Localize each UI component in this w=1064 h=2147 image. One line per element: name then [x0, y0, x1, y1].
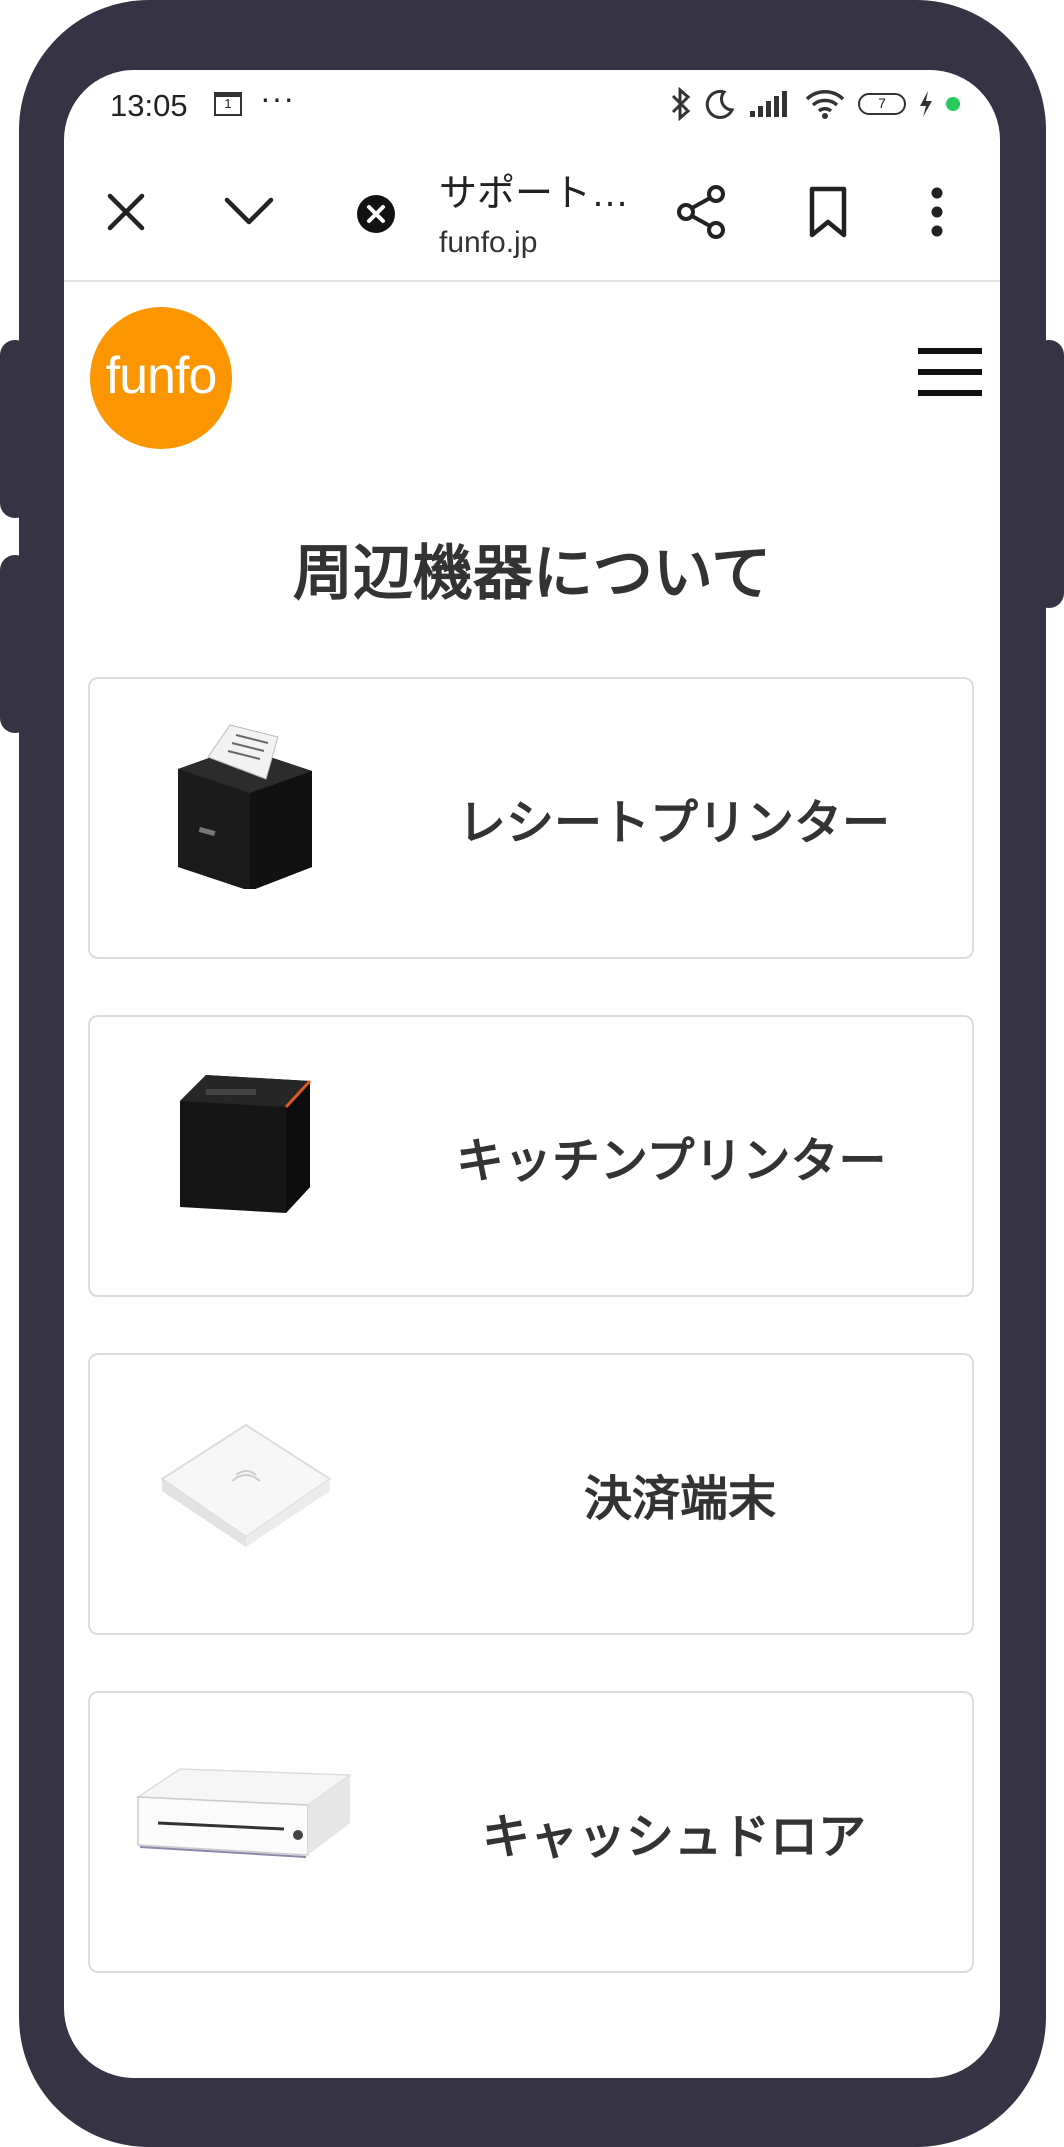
kitchen-printer-image: [180, 1075, 312, 1213]
payment-terminal-image: [160, 1423, 332, 1547]
browser-toolbar: サポート… funfo.jp: [64, 140, 1000, 282]
status-bar: 13:05 1 ··· 7: [64, 70, 1000, 140]
calendar-notification-icon: 1: [214, 92, 242, 116]
card-label: レシートプリンター: [458, 795, 891, 851]
page-title: 周辺機器について: [292, 539, 772, 609]
phone-side-button-right: [1034, 340, 1064, 608]
hamburger-menu-icon[interactable]: [918, 348, 982, 400]
receipt-printer-image: [178, 724, 312, 889]
close-icon[interactable]: [106, 192, 146, 232]
privacy-indicator-dot: [946, 97, 960, 111]
status-time: 13:05: [110, 88, 188, 123]
card-payment-terminal[interactable]: 決済端末: [88, 1353, 974, 1635]
card-kitchen-printer[interactable]: キッチンプリンター: [88, 1015, 974, 1297]
bluetooth-icon: [671, 87, 691, 121]
more-options-icon[interactable]: [930, 186, 944, 238]
phone-side-button-left-bottom: [0, 555, 30, 733]
page-tab-title[interactable]: サポート…: [439, 162, 629, 217]
phone-side-button-left-top: [0, 340, 30, 518]
card-label: キッチンプリンター: [456, 1133, 887, 1189]
cash-drawer-image: [135, 1768, 353, 1858]
site-info-icon[interactable]: [356, 194, 396, 234]
wifi-icon: [805, 90, 845, 119]
more-notifications-indicator: ···: [260, 80, 295, 116]
card-label: キャッシュドロア: [482, 1809, 867, 1865]
card-label: 決済端末: [584, 1471, 777, 1527]
phone-screen: 13:05 1 ··· 7 サポート… funfo.jp funfo 周辺機器に…: [64, 70, 1000, 2078]
card-receipt-printer[interactable]: レシートプリンター: [88, 677, 974, 959]
battery-icon: 7: [858, 93, 906, 115]
do-not-disturb-moon-icon: [705, 89, 735, 119]
chevron-down-icon[interactable]: [224, 196, 274, 226]
status-icons: 7: [670, 84, 960, 124]
share-icon[interactable]: [676, 184, 728, 240]
charging-bolt-icon: [920, 91, 932, 117]
card-cash-drawer[interactable]: キャッシュドロア: [88, 1691, 974, 1973]
bookmark-icon[interactable]: [808, 186, 848, 238]
cellular-signal-icon: [750, 91, 787, 117]
page-url[interactable]: funfo.jp: [439, 226, 537, 260]
funfo-logo[interactable]: funfo: [90, 307, 232, 449]
